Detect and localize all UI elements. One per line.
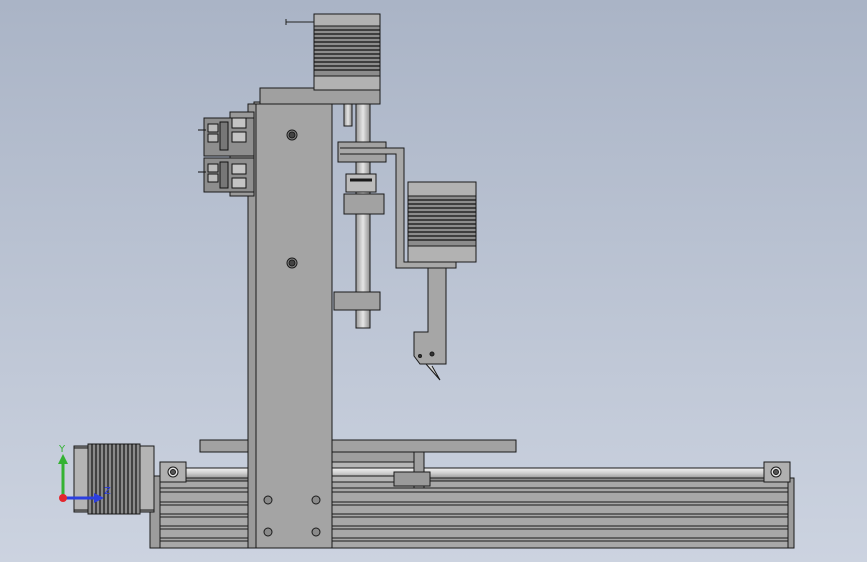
x-stepper-motor[interactable] [73,443,155,515]
controller-board-stack[interactable] [198,111,255,197]
z-short-rod[interactable] [343,103,353,127]
tool-stepper-motor[interactable] [407,181,477,263]
triad-x-origin [59,494,67,502]
rail-end-block-right[interactable] [763,461,791,483]
model-view[interactable]: Y Z [0,0,867,562]
triad-y-label: Y [58,444,66,455]
triad-z-label: Z [104,486,111,497]
base-extrusion[interactable] [149,475,795,549]
gantry-cross-plate[interactable] [199,439,517,453]
cad-graphics-viewport[interactable]: Y Z [0,0,867,562]
rail-end-block-left[interactable] [159,461,187,483]
